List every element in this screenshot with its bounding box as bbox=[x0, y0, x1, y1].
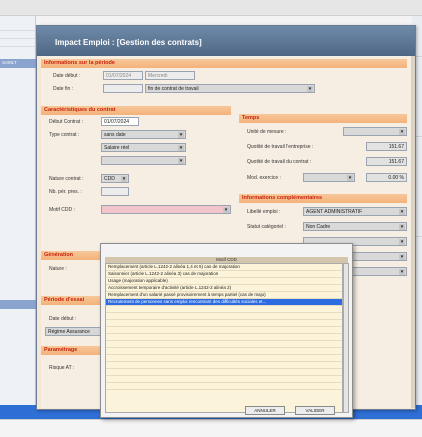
debut-contrat-label: Début Contrat : bbox=[49, 119, 83, 125]
popup-empty-row bbox=[106, 383, 342, 390]
nb-periode-label: Nb. pér. pres. : bbox=[49, 189, 82, 195]
chevron-down-icon: ▾ bbox=[399, 209, 405, 215]
salaire-select[interactable]: Salaire réel ▾ bbox=[101, 143, 186, 152]
list-item bbox=[0, 32, 36, 39]
chevron-down-icon: ▾ bbox=[399, 239, 405, 245]
nature-contrat-label: Nature contrat : bbox=[49, 176, 84, 182]
chevron-down-icon: ▾ bbox=[399, 269, 405, 275]
statut-categoriel-label: Statut catégoriel : bbox=[247, 224, 286, 230]
statut-categoriel-value: Non Cadre bbox=[306, 224, 331, 230]
risque-at-label: Risque AT : bbox=[49, 365, 75, 371]
popup-empty-row bbox=[106, 313, 342, 320]
chevron-down-icon: ▾ bbox=[307, 86, 313, 92]
salaire-value: Salaire réel bbox=[104, 145, 130, 151]
popup-empty-row bbox=[106, 327, 342, 334]
chevron-down-icon: ▾ bbox=[399, 129, 405, 135]
popup-option[interactable]: Recrutement de personnes sans emploi ren… bbox=[106, 299, 342, 306]
date-fin-input[interactable] bbox=[103, 84, 143, 93]
quotite-entreprise-value[interactable]: 151.67 bbox=[366, 142, 407, 151]
section-periode-essai: Période d'essai bbox=[41, 296, 101, 305]
motif-cdd-label: Motif CDD : bbox=[49, 207, 75, 213]
date-fin-type-value: fin de contrat de travail bbox=[148, 86, 199, 92]
unite-mesure-select[interactable]: ▾ bbox=[343, 127, 407, 136]
nature-contrat-value: CDD bbox=[104, 176, 115, 182]
date-debut-input[interactable]: 01/07/2024 bbox=[103, 71, 143, 80]
chevron-down-icon: ▾ bbox=[399, 224, 405, 230]
popup-empty-row bbox=[106, 348, 342, 355]
popup-empty-row bbox=[106, 369, 342, 376]
section-temps: Temps bbox=[239, 114, 407, 123]
type-contrat-label: Type contrat : bbox=[49, 132, 80, 138]
background-footer bbox=[0, 419, 422, 437]
popup-option[interactable]: Remplacement (article L.1242-2 alinéa 1,… bbox=[106, 264, 342, 271]
quotite-contrat-label: Quotité de travail du contrat : bbox=[247, 159, 312, 165]
nature-contrat-select[interactable]: CDD ▾ bbox=[101, 174, 129, 183]
popup-option[interactable]: Accroissement temporaire d'activité (art… bbox=[106, 285, 342, 292]
quotite-entreprise-label: Quotité de travail l'entreprise : bbox=[247, 144, 314, 150]
section-generation: Génération bbox=[41, 251, 101, 260]
essai-date-debut-label: Date début : bbox=[49, 316, 77, 322]
libelle-emploi-select[interactable]: AGENT ADMINISTRATIF ▾ bbox=[303, 207, 407, 216]
validate-button[interactable]: VALIDER bbox=[295, 406, 335, 415]
date-debut-day: Mercredi bbox=[145, 71, 195, 80]
motif-cdd-select[interactable]: ▾ bbox=[101, 205, 231, 214]
section-parametrage: Paramétrage bbox=[41, 346, 101, 355]
list-item bbox=[0, 24, 36, 31]
popup-empty-row bbox=[106, 320, 342, 327]
libelle-emploi-value: AGENT ADMINISTRATIF bbox=[306, 209, 363, 215]
dialog-title: Impact Emploi : [Gestion des contrats] bbox=[55, 38, 202, 47]
type-contrat-select[interactable]: sans date ▾ bbox=[101, 130, 186, 139]
popup-option[interactable]: Usage (majoration applicable) bbox=[106, 278, 342, 285]
date-debut-label: Date début : bbox=[53, 73, 81, 79]
background-toolbar bbox=[0, 0, 422, 16]
date-fin-label: Date fin : bbox=[53, 86, 74, 92]
date-fin-type-select[interactable]: fin de contrat de travail ▾ bbox=[145, 84, 315, 93]
chevron-down-icon: ▾ bbox=[121, 176, 127, 182]
popup-list: Remplacement (article L.1242-2 alinéa 1,… bbox=[105, 263, 343, 413]
chevron-down-icon: ▾ bbox=[347, 175, 353, 181]
modalite-select[interactable]: ▾ bbox=[303, 173, 355, 182]
list-item bbox=[0, 40, 36, 47]
quotite-contrat-value[interactable]: 151.67 bbox=[366, 157, 407, 166]
debut-contrat-input[interactable]: 01/07/2024 bbox=[101, 117, 139, 126]
background-left-tag-selected bbox=[0, 300, 36, 309]
chevron-down-icon: ▾ bbox=[178, 145, 184, 151]
nb-periode-input[interactable] bbox=[101, 187, 129, 196]
popup-scrollbar[interactable] bbox=[343, 263, 349, 413]
type-contrat-value: sans date bbox=[104, 132, 126, 138]
regime-assurance-field[interactable]: Régime Assurance bbox=[45, 327, 103, 336]
chevron-down-icon: ▾ bbox=[223, 207, 229, 213]
popup-empty-row bbox=[106, 362, 342, 369]
section-periode: Informations sur la période bbox=[41, 59, 407, 68]
background-left-tag: SAMLT bbox=[0, 59, 36, 68]
modalite-label: Mod. exercice : bbox=[247, 175, 281, 181]
modalite-value[interactable]: 0.00 % bbox=[366, 173, 407, 182]
extra-select[interactable]: ▾ bbox=[101, 156, 186, 165]
chevron-down-icon: ▾ bbox=[399, 254, 405, 260]
unite-mesure-label: Unité de mesure : bbox=[247, 129, 287, 135]
background-left-panel bbox=[0, 16, 36, 411]
dialog-titlebar[interactable]: Impact Emploi : [Gestion des contrats] bbox=[37, 26, 415, 56]
chevron-down-icon: ▾ bbox=[178, 158, 184, 164]
chevron-down-icon: ▾ bbox=[178, 132, 184, 138]
statut-categoriel-select[interactable]: Non Cadre ▾ bbox=[303, 222, 407, 231]
section-contrat: Caractéristiques du contrat bbox=[41, 106, 231, 115]
generation-nature-label: Nature : bbox=[49, 266, 67, 272]
popup-option[interactable]: Saisonnier (article L.1242-2 alinéa 3) c… bbox=[106, 271, 342, 278]
popup-option[interactable]: Remplacement d'un salarié passé provisoi… bbox=[106, 292, 342, 299]
popup-empty-row bbox=[106, 334, 342, 341]
popup-empty-row bbox=[106, 306, 342, 313]
libelle-emploi-label: Libellé emploi : bbox=[247, 209, 281, 215]
motif-cdd-popup: Motif CDD Remplacement (article L.1242-2… bbox=[100, 243, 353, 418]
section-complementaires: Informations complémentaires bbox=[239, 194, 407, 203]
popup-empty-row bbox=[106, 355, 342, 362]
popup-empty-row bbox=[106, 341, 342, 348]
popup-empty-row bbox=[106, 376, 342, 383]
cancel-button[interactable]: ANNULER bbox=[245, 406, 285, 415]
